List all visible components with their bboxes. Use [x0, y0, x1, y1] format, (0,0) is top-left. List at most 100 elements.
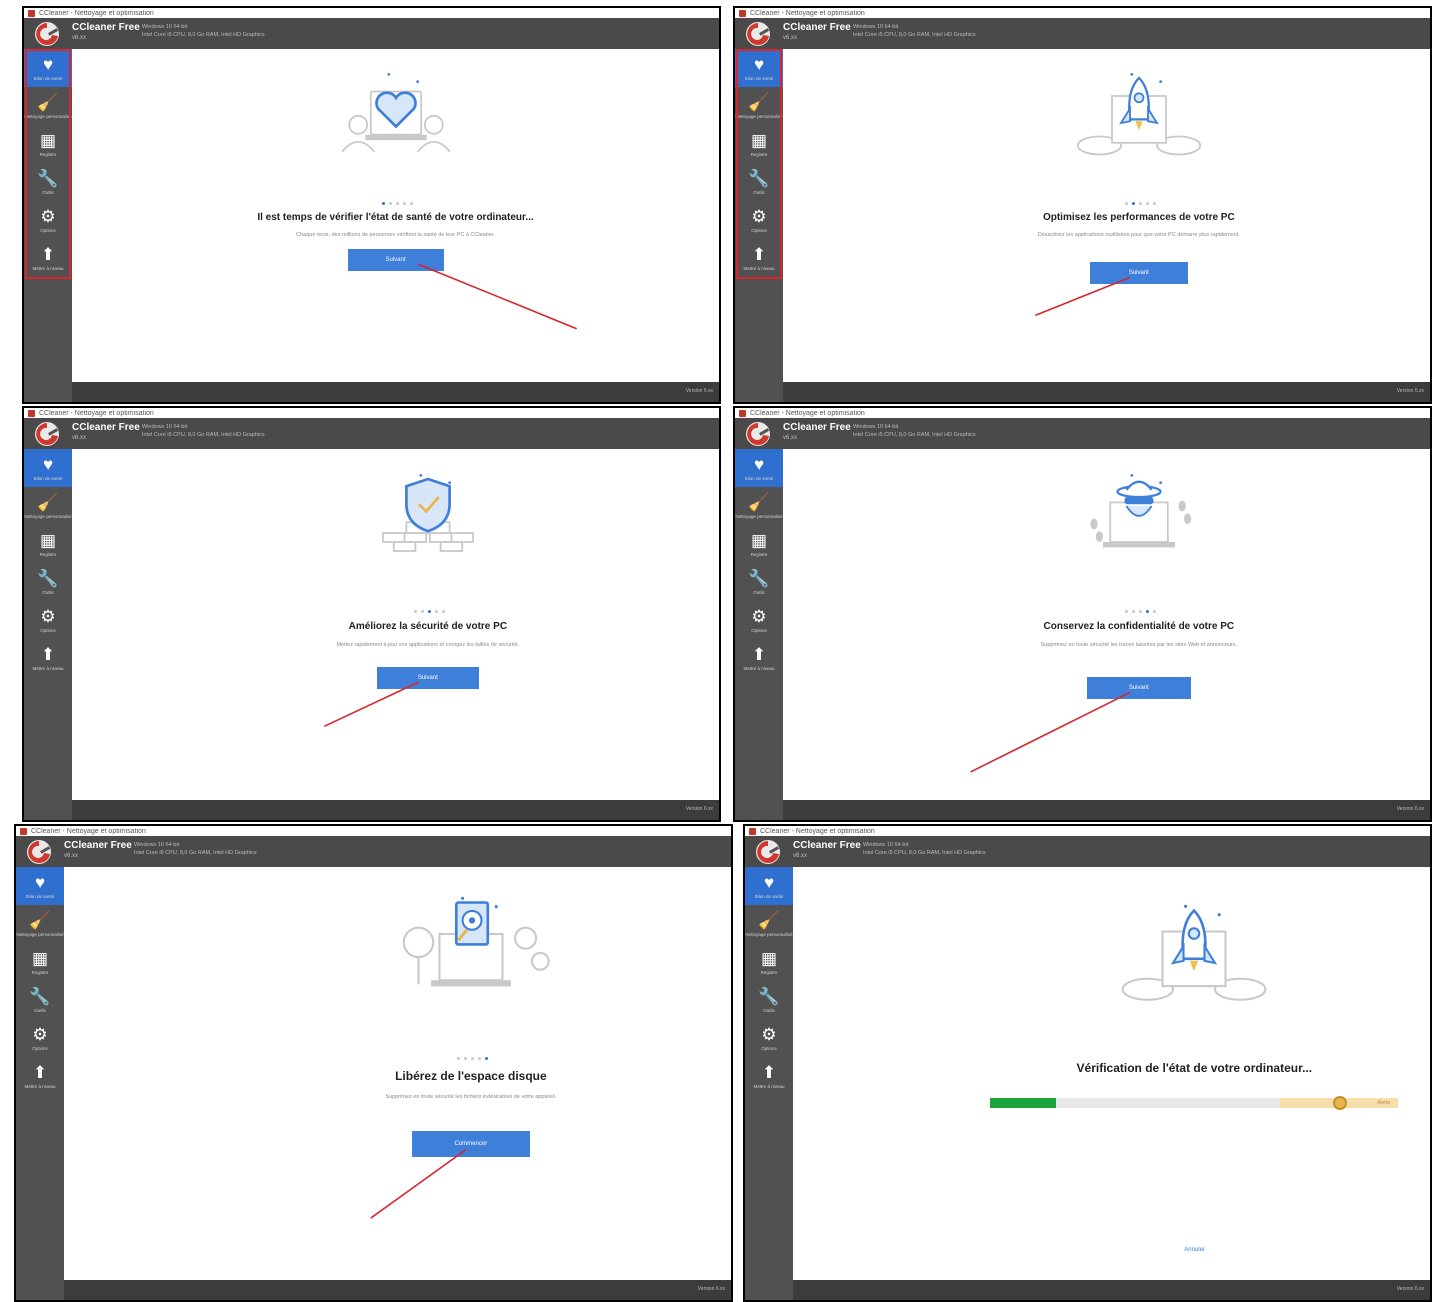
- sidebar-item-heart[interactable]: ♥ Bilan de santé: [745, 867, 793, 905]
- sidebar-item-registry[interactable]: ▦ Registre: [24, 125, 72, 163]
- sidebar-item-wrench[interactable]: 🔧 Outils: [745, 981, 793, 1019]
- sidebar-item-heart[interactable]: ♥ Bilan de santé: [16, 867, 64, 905]
- pagination-dot[interactable]: [434, 610, 438, 614]
- broom-icon: 🧹: [758, 910, 780, 930]
- pagination-dot[interactable]: [402, 202, 406, 206]
- sidebar-item-registry[interactable]: ▦ Registre: [735, 525, 783, 563]
- sidebar-item-label: Registre: [39, 551, 57, 557]
- heart-icon: ♥: [34, 872, 46, 892]
- sidebar-item-wrench[interactable]: 🔧 Outils: [24, 163, 72, 201]
- pagination-dot[interactable]: [427, 610, 431, 614]
- sidebar-item-broom[interactable]: 🧹 Nettoyage personnalisé: [735, 87, 783, 125]
- pagination-dot[interactable]: [420, 610, 424, 614]
- sidebar-item-registry[interactable]: ▦ Registre: [16, 943, 64, 981]
- sidebar-item-heart[interactable]: ♥ Bilan de santé: [735, 449, 783, 487]
- registry-icon: ▦: [760, 948, 778, 968]
- slide-title: Libérez de l'espace disque: [395, 1069, 547, 1084]
- gear-icon: ⚙: [32, 1024, 48, 1044]
- pagination-dot[interactable]: [441, 610, 445, 614]
- pagination-dot[interactable]: [413, 610, 417, 614]
- next-button[interactable]: Suivant: [347, 248, 444, 271]
- pagination-dot[interactable]: [1138, 610, 1142, 614]
- start-button[interactable]: Commencer: [411, 1131, 530, 1158]
- sidebar-item-upgrade[interactable]: ⬆ Mettre à niveau: [745, 1057, 793, 1095]
- registry-icon: ▦: [750, 530, 768, 550]
- pagination-dot[interactable]: [1138, 202, 1142, 206]
- pagination-dot[interactable]: [1124, 202, 1128, 206]
- pagination-dot[interactable]: [1152, 202, 1156, 206]
- sidebar-item-broom[interactable]: 🧹 Nettoyage personnalisé: [735, 487, 783, 525]
- pagination-dot[interactable]: [1145, 610, 1149, 614]
- check-title: Vérification de l'état de votre ordinate…: [1076, 1061, 1313, 1076]
- sidebar-item-upgrade[interactable]: ⬆ Mettre à niveau: [24, 239, 72, 277]
- main-content: Il est temps de vérifier l'état de santé…: [72, 49, 719, 382]
- sidebar-item-gear[interactable]: ⚙ Options: [16, 1019, 64, 1057]
- app-version: v6.xx: [783, 435, 798, 441]
- slide-title: Améliorez la sécurité de votre PC: [348, 620, 508, 632]
- pagination-dot[interactable]: [1131, 610, 1135, 614]
- sidebar-item-heart[interactable]: ♥ Bilan de santé: [24, 449, 72, 487]
- gear-icon: ⚙: [761, 1024, 777, 1044]
- pagination-dot[interactable]: [484, 1056, 488, 1060]
- sidebar-item-wrench[interactable]: 🔧 Outils: [735, 563, 783, 601]
- next-button[interactable]: Suivant: [1089, 262, 1188, 285]
- sidebar-item-label: Mettre à niveau: [32, 265, 64, 271]
- status-bar: Version 6.xx: [783, 382, 1430, 402]
- sidebar-item-wrench[interactable]: 🔧 Outils: [24, 563, 72, 601]
- screenshot-panel: CCleaner - Nettoyage et optimisation CCl…: [22, 6, 721, 404]
- sidebar-item-broom[interactable]: 🧹 Nettoyage personnalisé: [24, 87, 72, 125]
- sidebar-item-broom[interactable]: 🧹 Nettoyage personnalisé: [16, 905, 64, 943]
- pagination-dot[interactable]: [1131, 202, 1135, 206]
- sidebar-item-wrench[interactable]: 🔧 Outils: [16, 981, 64, 1019]
- pagination-dot[interactable]: [381, 202, 385, 206]
- cancel-link[interactable]: Annuler: [1184, 1247, 1205, 1253]
- next-button[interactable]: Suivant: [376, 666, 479, 689]
- sidebar-item-upgrade[interactable]: ⬆ Mettre à niveau: [24, 639, 72, 677]
- next-button[interactable]: Suivant: [1086, 677, 1191, 700]
- window-title: CCleaner - Nettoyage et optimisation: [760, 827, 875, 835]
- sidebar-item-registry[interactable]: ▦ Registre: [745, 943, 793, 981]
- pagination-dot[interactable]: [470, 1056, 474, 1060]
- sidebar-item-gear[interactable]: ⚙ Options: [24, 601, 72, 639]
- main-content: Améliorez la sécurité de votre PC Mettez …: [72, 449, 719, 800]
- sidebar-item-label: Mettre à niveau: [743, 665, 775, 671]
- sidebar-item-registry[interactable]: ▦ Registre: [24, 525, 72, 563]
- pagination-dot[interactable]: [395, 202, 399, 206]
- sidebar-item-gear[interactable]: ⚙ Options: [735, 201, 783, 239]
- sidebar-item-upgrade[interactable]: ⬆ Mettre à niveau: [735, 639, 783, 677]
- pagination-dot[interactable]: [388, 202, 392, 206]
- pagination-dot[interactable]: [409, 202, 413, 206]
- sidebar-item-label: Mettre à niveau: [24, 1083, 56, 1089]
- upgrade-icon: ⬆: [40, 244, 56, 264]
- sidebar-item-heart[interactable]: ♥ Bilan de santé: [735, 49, 783, 87]
- pagination-dot[interactable]: [463, 1056, 467, 1060]
- sidebar-item-registry[interactable]: ▦ Registre: [735, 125, 783, 163]
- system-info-os: Windows 10 64-bit: [142, 424, 188, 430]
- window-title: CCleaner - Nettoyage et optimisation: [39, 409, 154, 417]
- sidebar-item-label: Bilan de santé: [33, 475, 63, 481]
- app-header: CCleaner Free v6.xx Windows 10 64-bit In…: [745, 836, 1430, 867]
- slide-subtitle: Chaque mois, des millions de personnes v…: [296, 232, 495, 239]
- sidebar-item-label: Outils: [763, 1007, 775, 1013]
- sidebar-item-label: Mettre à niveau: [32, 665, 64, 671]
- sidebar-item-label: Nettoyage personnalisé: [24, 513, 72, 519]
- sidebar-item-label: Registre: [31, 969, 49, 975]
- progress-warning-label: Alerte: [1377, 1100, 1391, 1107]
- progress-fill: [990, 1098, 1056, 1109]
- sidebar-item-upgrade[interactable]: ⬆ Mettre à niveau: [735, 239, 783, 277]
- pagination-dot[interactable]: [1124, 610, 1128, 614]
- system-info-hw: Intel Core i5 CPU, 8,0 Go RAM, Intel HD …: [853, 432, 976, 438]
- sidebar-item-broom[interactable]: 🧹 Nettoyage personnalisé: [24, 487, 72, 525]
- system-info-os: Windows 10 64-bit: [853, 24, 899, 30]
- sidebar-item-upgrade[interactable]: ⬆ Mettre à niveau: [16, 1057, 64, 1095]
- sidebar-item-gear[interactable]: ⚙ Options: [735, 601, 783, 639]
- sidebar-item-heart[interactable]: ♥ Bilan de santé: [24, 49, 72, 87]
- pagination-dot[interactable]: [477, 1056, 481, 1060]
- sidebar-item-wrench[interactable]: 🔧 Outils: [735, 163, 783, 201]
- pagination-dot[interactable]: [1145, 202, 1149, 206]
- pagination-dot[interactable]: [456, 1056, 460, 1060]
- sidebar-item-gear[interactable]: ⚙ Options: [24, 201, 72, 239]
- pagination-dot[interactable]: [1152, 610, 1156, 614]
- sidebar-item-gear[interactable]: ⚙ Options: [745, 1019, 793, 1057]
- sidebar-item-broom[interactable]: 🧹 Nettoyage personnalisé: [745, 905, 793, 943]
